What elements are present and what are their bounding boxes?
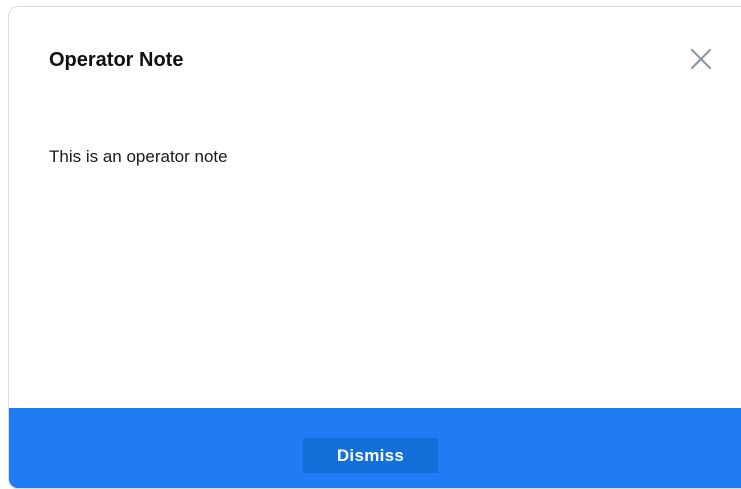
close-icon xyxy=(690,48,712,70)
dialog-message: This is an operator note xyxy=(49,147,228,166)
dialog-footer: Dismiss xyxy=(9,408,741,488)
dismiss-button[interactable]: Dismiss xyxy=(303,438,438,473)
close-button[interactable] xyxy=(688,46,714,72)
operator-note-dialog: Operator Note This is an operator note D… xyxy=(8,6,741,489)
dialog-title: Operator Note xyxy=(49,49,184,71)
